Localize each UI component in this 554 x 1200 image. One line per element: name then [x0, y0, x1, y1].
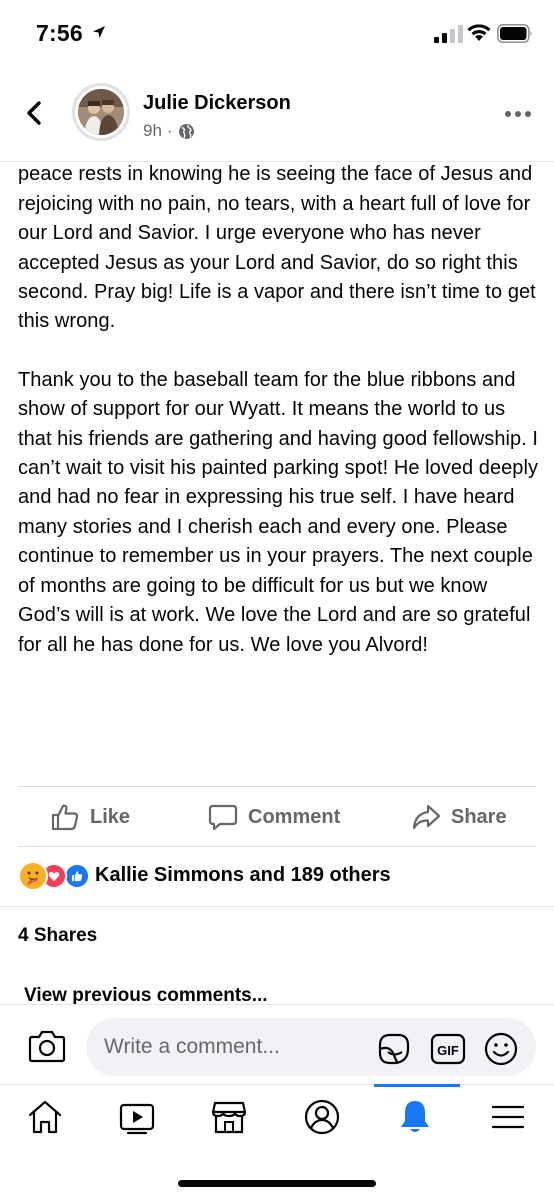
comment-label: Comment — [248, 805, 341, 828]
post-meta: 9h · — [143, 121, 195, 141]
camera-icon[interactable] — [28, 1029, 66, 1063]
globe-icon[interactable] — [178, 123, 195, 140]
battery-icon — [497, 24, 532, 43]
thumbs-up-icon — [51, 804, 79, 831]
gif-icon[interactable]: GIF — [430, 1033, 466, 1065]
divider — [18, 846, 536, 847]
care-reaction-icon — [18, 861, 48, 891]
notifications-icon[interactable] — [396, 1097, 434, 1137]
post-actions: Like Comment Share — [0, 788, 554, 846]
post-header: Julie Dickerson 9h · — [0, 70, 554, 162]
shares-count[interactable]: 4 Shares — [18, 925, 97, 947]
comment-composer: Write a comment... GIF — [0, 1004, 554, 1084]
active-tab-indicator — [374, 1084, 460, 1087]
comment-input[interactable]: Write a comment... — [86, 1018, 536, 1076]
comment-button[interactable]: Comment — [208, 788, 340, 846]
avatar-photo — [78, 89, 124, 135]
back-arrow-icon[interactable] — [18, 96, 52, 130]
sticker-icon[interactable] — [376, 1031, 412, 1067]
home-indicator — [178, 1180, 376, 1187]
wifi-icon — [467, 24, 491, 41]
share-arrow-icon — [412, 804, 441, 830]
post-paragraph: Thank you to the baseball team for the b… — [18, 368, 539, 656]
watch-icon[interactable] — [118, 1097, 156, 1137]
status-bar: 7:56 — [0, 0, 554, 70]
marketplace-icon[interactable] — [210, 1097, 248, 1137]
bottom-tab-bar — [0, 1084, 554, 1154]
like-reaction-icon — [64, 863, 90, 889]
profile-icon[interactable] — [303, 1097, 341, 1137]
like-label: Like — [90, 805, 131, 828]
location-arrow-icon — [93, 26, 105, 38]
divider — [0, 906, 554, 907]
status-time: 7:56 — [36, 20, 83, 46]
share-button[interactable]: Share — [411, 788, 507, 846]
cellular-signal-icon — [434, 25, 463, 43]
post-age: 9h — [143, 121, 162, 140]
reactions-summary[interactable]: Kallie Simmons and 189 others — [18, 860, 391, 891]
like-button[interactable]: Like — [50, 788, 130, 846]
divider — [18, 786, 536, 787]
home-icon[interactable] — [26, 1097, 64, 1137]
share-label: Share — [451, 805, 507, 828]
avatar[interactable] — [72, 83, 130, 141]
menu-icon[interactable] — [489, 1097, 527, 1137]
reactions-summary-text: Kallie Simmons and 189 others — [95, 863, 391, 886]
meta-separator: · — [166, 121, 173, 140]
svg-text:GIF: GIF — [437, 1043, 459, 1058]
post-text: keeping us going. Please pray big prayer… — [18, 131, 538, 689]
reaction-icons — [18, 861, 94, 891]
emoji-icon[interactable] — [484, 1032, 518, 1066]
author-name[interactable]: Julie Dickerson — [143, 92, 291, 115]
more-options-icon[interactable] — [503, 106, 533, 122]
comment-bubble-icon — [208, 804, 238, 831]
